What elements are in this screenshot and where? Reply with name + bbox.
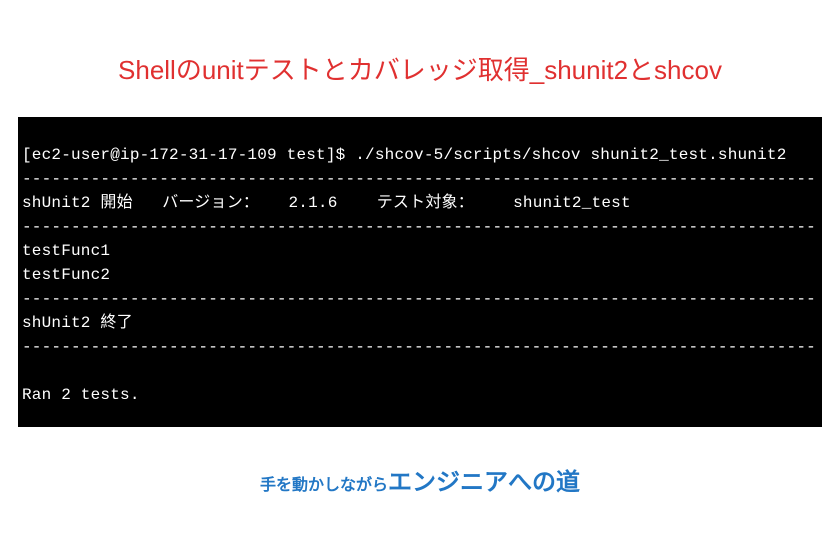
terminal-output: [ec2-user@ip-172-31-17-109 test]$ ./shco… (18, 117, 822, 427)
separator: ----------------------------------------… (22, 338, 816, 356)
test-name-2: testFunc2 (22, 266, 110, 284)
test-name-1: testFunc1 (22, 242, 110, 260)
ran-tests-line: Ran 2 tests. (22, 386, 140, 404)
separator: ----------------------------------------… (22, 290, 816, 308)
caption: 手を動かしながらエンジニアへの道 (0, 462, 840, 497)
separator: ----------------------------------------… (22, 170, 816, 188)
page-title: Shellのunitテストとカバレッジ取得_shunit2とshcov (0, 0, 840, 107)
shunit-start-line: shUnit2 開始 バージョン： 2.1.6 テスト対象： shunit2_t… (22, 194, 631, 212)
prompt-line: [ec2-user@ip-172-31-17-109 test]$ ./shco… (22, 146, 787, 164)
separator: ----------------------------------------… (22, 218, 816, 236)
caption-small: 手を動かしながら (260, 477, 388, 494)
caption-large: エンジニアへの道 (388, 469, 580, 496)
shunit-end-line: shUnit2 終了 (22, 314, 133, 332)
